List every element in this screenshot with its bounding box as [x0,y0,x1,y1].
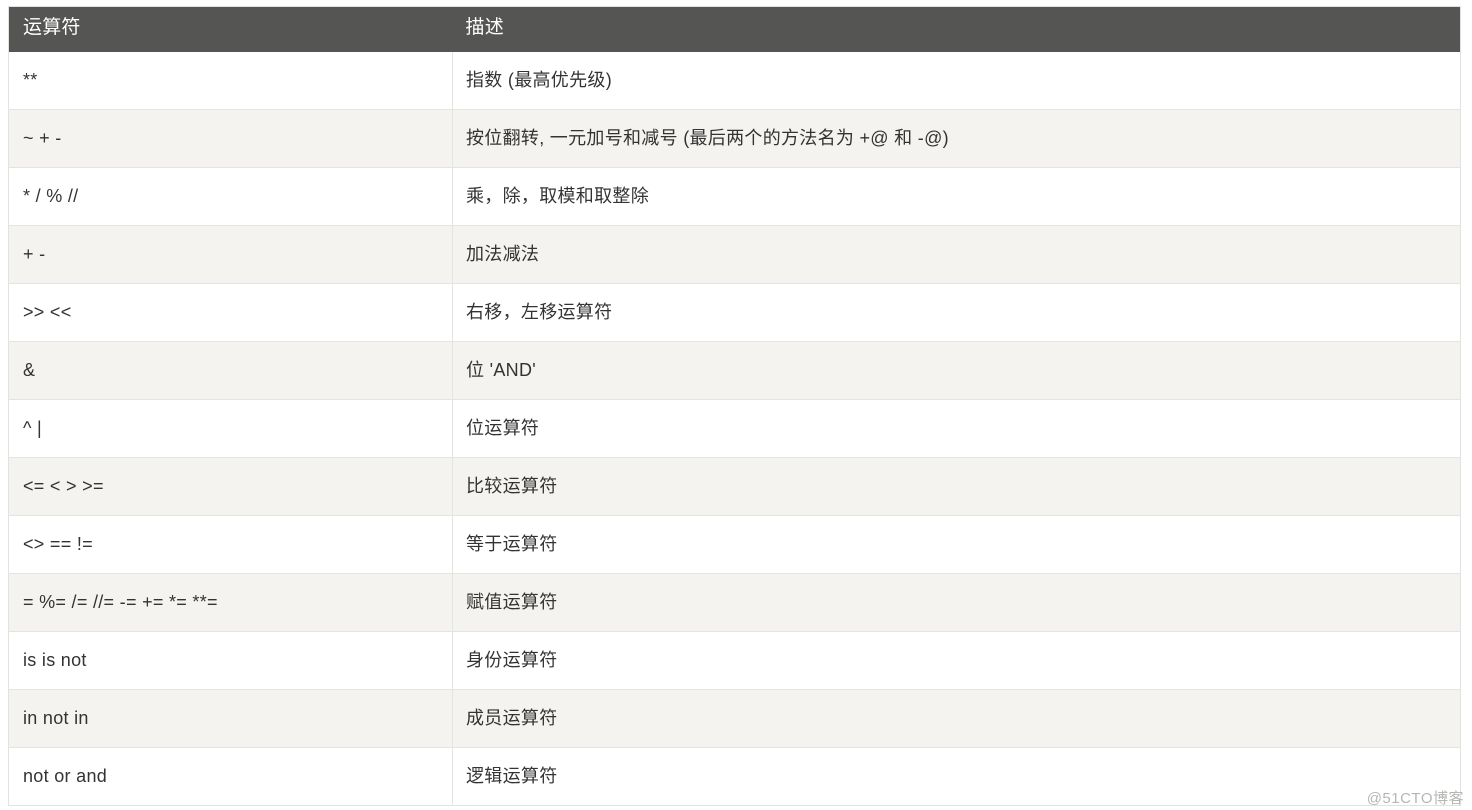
table-header: 运算符 描述 [8,6,1461,52]
cell-description: 逻辑运算符 [452,747,1461,806]
cell-description: 位 'AND' [452,341,1461,400]
table-body: ** 指数 (最高优先级) ~ + - 按位翻转, 一元加号和减号 (最后两个的… [8,51,1461,806]
table-row: ** 指数 (最高优先级) [8,51,1461,110]
operator-table-container: 运算符 描述 ** 指数 (最高优先级) ~ + - 按位翻转, 一元加号和减号… [8,6,1461,806]
cell-operator: is is not [8,631,453,690]
cell-operator: = %= /= //= -= += *= **= [8,573,453,632]
table-row: * / % // 乘，除，取模和取整除 [8,167,1461,226]
cell-description: 身份运算符 [452,631,1461,690]
cell-operator: & [8,341,453,400]
table-row: & 位 'AND' [8,341,1461,400]
cell-description: 位运算符 [452,399,1461,458]
cell-operator: ~ + - [8,109,453,168]
table-header-row: 运算符 描述 [8,6,1461,52]
cell-description: 赋值运算符 [452,573,1461,632]
cell-operator: <= < > >= [8,457,453,516]
table-row: is is not 身份运算符 [8,631,1461,690]
cell-description: 加法减法 [452,225,1461,284]
cell-description: 成员运算符 [452,689,1461,748]
cell-operator: not or and [8,747,453,806]
cell-description: 指数 (最高优先级) [452,51,1461,110]
cell-description: 乘，除，取模和取整除 [452,167,1461,226]
table-row: not or and 逻辑运算符 [8,747,1461,806]
table-row: = %= /= //= -= += *= **= 赋值运算符 [8,573,1461,632]
cell-operator: >> << [8,283,453,342]
table-row: in not in 成员运算符 [8,689,1461,748]
table-row: ~ + - 按位翻转, 一元加号和减号 (最后两个的方法名为 +@ 和 -@) [8,109,1461,168]
cell-operator: ^ | [8,399,453,458]
cell-operator: + - [8,225,453,284]
table-row: + - 加法减法 [8,225,1461,284]
cell-operator: <> == != [8,515,453,574]
cell-operator: * / % // [8,167,453,226]
watermark: @51CTO博客 [1366,790,1464,807]
column-header-operator: 运算符 [8,6,453,52]
cell-description: 按位翻转, 一元加号和减号 (最后两个的方法名为 +@ 和 -@) [452,109,1461,168]
table-row: >> << 右移，左移运算符 [8,283,1461,342]
table-row: <= < > >= 比较运算符 [8,457,1461,516]
cell-operator: in not in [8,689,453,748]
table-row: <> == != 等于运算符 [8,515,1461,574]
cell-operator: ** [8,51,453,110]
page-root: 运算符 描述 ** 指数 (最高优先级) ~ + - 按位翻转, 一元加号和减号… [0,0,1472,810]
cell-description: 等于运算符 [452,515,1461,574]
python-operator-precedence-table: 运算符 描述 ** 指数 (最高优先级) ~ + - 按位翻转, 一元加号和减号… [8,6,1461,806]
cell-description: 比较运算符 [452,457,1461,516]
cell-description: 右移，左移运算符 [452,283,1461,342]
table-row: ^ | 位运算符 [8,399,1461,458]
column-header-description: 描述 [452,6,1461,52]
